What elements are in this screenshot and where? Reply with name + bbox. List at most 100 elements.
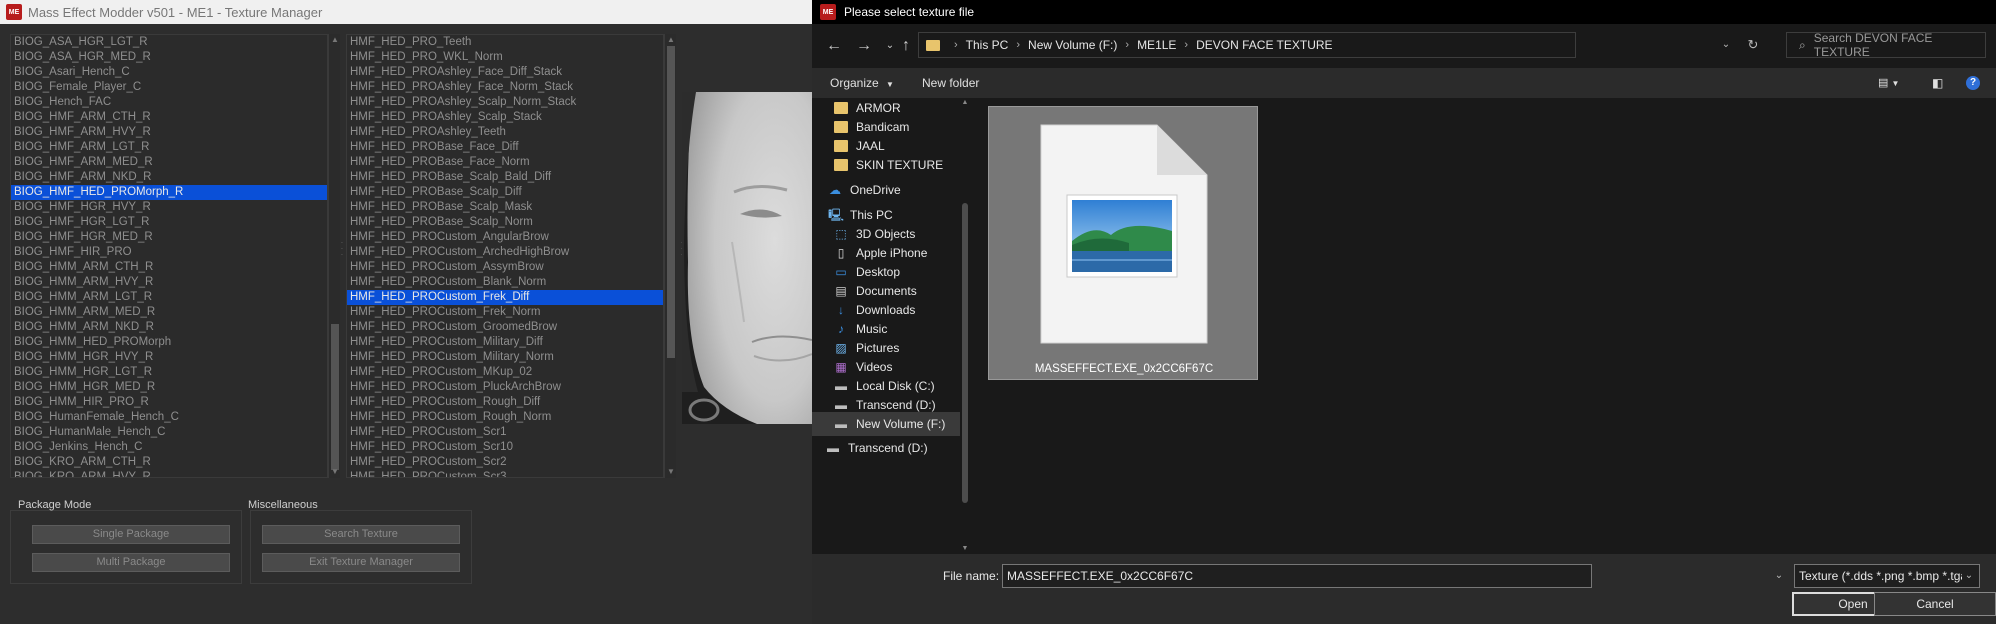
texture-list-row[interactable]: HMF_HED_PROCustom_Scr10 bbox=[347, 440, 663, 455]
scroll-up-arrow-icon[interactable]: ▲ bbox=[329, 34, 341, 46]
texture-list-row[interactable]: HMF_HED_PROCustom_Scr2 bbox=[347, 455, 663, 470]
breadcrumb-me1le[interactable]: ME1LE bbox=[1137, 38, 1176, 52]
texture-list-row[interactable]: HMF_HED_PROBase_Scalp_Mask bbox=[347, 200, 663, 215]
package-list-row[interactable]: BIOG_HumanMale_Hench_C bbox=[11, 425, 327, 440]
package-list-row[interactable]: BIOG_ASA_HGR_LGT_R bbox=[11, 35, 327, 50]
texture-list-row[interactable]: HMF_HED_PRO_Teeth bbox=[347, 35, 663, 50]
scroll-thumb[interactable] bbox=[962, 203, 968, 503]
texture-list-row[interactable]: HMF_HED_PROAshley_Scalp_Stack bbox=[347, 110, 663, 125]
exit-texture-manager-button[interactable]: Exit Texture Manager bbox=[262, 553, 460, 572]
package-list-scrollbar[interactable]: ▲ ▼ bbox=[328, 34, 340, 478]
texture-list-row[interactable]: HMF_HED_PROBase_Scalp_Bald_Diff bbox=[347, 170, 663, 185]
package-list-row[interactable]: BIOG_KRO_ARM_HVY_R bbox=[11, 470, 327, 477]
package-list-row[interactable]: BIOG_HMM_ARM_LGT_R bbox=[11, 290, 327, 305]
package-list-row[interactable]: BIOG_HMF_HED_PROMorph_R bbox=[11, 185, 327, 200]
breadcrumb-this-pc[interactable]: This PC bbox=[966, 38, 1009, 52]
forward-arrow-icon[interactable]: → bbox=[854, 36, 874, 56]
breadcrumb-chevron-icon[interactable]: › bbox=[954, 39, 958, 51]
texture-list-row[interactable]: HMF_HED_PROCustom_Scr3 bbox=[347, 470, 663, 477]
package-list-row[interactable]: BIOG_Jenkins_Hench_C bbox=[11, 440, 327, 455]
address-bar[interactable]: › This PC › New Volume (F:) › ME1LE › DE… bbox=[918, 32, 1576, 58]
package-list-row[interactable]: BIOG_HMF_HGR_LGT_R bbox=[11, 215, 327, 230]
texture-list-row[interactable]: HMF_HED_PROCustom_GroomedBrow bbox=[347, 320, 663, 335]
package-list-row[interactable]: BIOG_HMF_HGR_MED_R bbox=[11, 230, 327, 245]
refresh-icon[interactable]: ↻ bbox=[1744, 36, 1762, 54]
file-item[interactable]: MASSEFFECT.EXE_0x2CC6F67C bbox=[988, 106, 1258, 380]
texture-list-row[interactable]: HMF_HED_PROBase_Scalp_Norm bbox=[347, 215, 663, 230]
scroll-down-arrow-icon[interactable]: ▼ bbox=[960, 544, 970, 554]
file-name-input[interactable]: MASSEFFECT.EXE_0x2CC6F67C bbox=[1002, 564, 1592, 588]
package-list-row[interactable]: BIOG_HMF_HGR_HVY_R bbox=[11, 200, 327, 215]
texture-list-row[interactable]: HMF_HED_PROCustom_Military_Diff bbox=[347, 335, 663, 350]
texture-list-row[interactable]: HMF_HED_PROCustom_Military_Norm bbox=[347, 350, 663, 365]
help-icon[interactable]: ? bbox=[1966, 76, 1980, 90]
package-list-row[interactable]: BIOG_HMM_ARM_HVY_R bbox=[11, 275, 327, 290]
file-type-select[interactable]: Texture (*.dds *.png *.bmp *.tga ⌄ bbox=[1794, 564, 1980, 588]
texture-list-scrollbar[interactable]: ▲ ▼ bbox=[664, 34, 676, 478]
breadcrumb-chevron-icon[interactable]: › bbox=[1184, 39, 1188, 51]
package-list-row[interactable]: BIOG_HMF_ARM_LGT_R bbox=[11, 140, 327, 155]
file-name-dropdown-chevron-icon[interactable]: ⌄ bbox=[1770, 564, 1788, 588]
preview-pane-icon[interactable]: ◧ bbox=[1932, 68, 1943, 98]
texture-list-row[interactable]: HMF_HED_PROCustom_Scr1 bbox=[347, 425, 663, 440]
package-list-row[interactable]: BIOG_Female_Player_C bbox=[11, 80, 327, 95]
scroll-thumb[interactable] bbox=[331, 324, 339, 470]
scroll-down-arrow-icon[interactable]: ▼ bbox=[329, 466, 341, 478]
texture-list-row[interactable]: HMF_HED_PROCustom_Frek_Norm bbox=[347, 305, 663, 320]
back-arrow-icon[interactable]: ← bbox=[824, 36, 844, 56]
address-dropdown-chevron-icon[interactable]: ⌄ bbox=[1714, 32, 1738, 58]
texture-list-row[interactable]: HMF_HED_PROCustom_Blank_Norm bbox=[347, 275, 663, 290]
package-list-row[interactable]: BIOG_Asari_Hench_C bbox=[11, 65, 327, 80]
texture-list-row[interactable]: HMF_HED_PROCustom_PluckArchBrow bbox=[347, 380, 663, 395]
breadcrumb-devon-face-texture[interactable]: DEVON FACE TEXTURE bbox=[1196, 38, 1332, 52]
nav-item[interactable]: ▬ New Volume (F:) bbox=[812, 412, 962, 436]
splitter-handle[interactable]: ··· bbox=[340, 239, 344, 270]
package-list-row[interactable]: BIOG_HMM_HIR_PRO_R bbox=[11, 395, 327, 410]
texture-list-row[interactable]: HMF_HED_PRO_WKL_Norm bbox=[347, 50, 663, 65]
package-list-row[interactable]: BIOG_KRO_ARM_CTH_R bbox=[11, 455, 327, 470]
package-list-row[interactable]: BIOG_HMM_ARM_NKD_R bbox=[11, 320, 327, 335]
nav-item[interactable]: ☁ OneDrive bbox=[812, 178, 962, 202]
texture-list-row[interactable]: HMF_HED_PROBase_Scalp_Diff bbox=[347, 185, 663, 200]
texture-list-row[interactable]: HMF_HED_PROCustom_ArchedHighBrow bbox=[347, 245, 663, 260]
package-list-row[interactable]: BIOG_Hench_FAC bbox=[11, 95, 327, 110]
search-texture-button[interactable]: Search Texture bbox=[262, 525, 460, 544]
up-arrow-icon[interactable]: ↑ bbox=[896, 36, 916, 56]
package-list-row[interactable]: BIOG_HMM_HGR_HVY_R bbox=[11, 350, 327, 365]
search-box[interactable]: ⌕ Search DEVON FACE TEXTURE bbox=[1786, 31, 1986, 59]
nav-item[interactable]: SKIN TEXTURE bbox=[812, 153, 962, 177]
organize-button[interactable]: Organize ▼ bbox=[830, 68, 894, 98]
package-list-row[interactable]: BIOG_HMM_HGR_LGT_R bbox=[11, 365, 327, 380]
cancel-button[interactable]: Cancel bbox=[1874, 592, 1996, 616]
breadcrumb-new-volume[interactable]: New Volume (F:) bbox=[1028, 38, 1117, 52]
package-list-row[interactable]: BIOG_HMM_HGR_MED_R bbox=[11, 380, 327, 395]
package-list-row[interactable]: BIOG_HMM_ARM_MED_R bbox=[11, 305, 327, 320]
scroll-thumb[interactable] bbox=[667, 46, 675, 358]
package-list[interactable]: BIOG_ASA_HGR_LGT_R BIOG_ASA_HGR_MED_R BIOG… bbox=[10, 34, 328, 478]
breadcrumb-chevron-icon[interactable]: › bbox=[1016, 39, 1020, 51]
texture-list[interactable]: HMF_HED_PRO_Teeth HMF_HED_PRO_WKL_Norm HMF… bbox=[346, 34, 664, 478]
package-list-row[interactable]: BIOG_HMM_HED_PROMorph bbox=[11, 335, 327, 350]
package-list-row[interactable]: BIOG_HMF_ARM_MED_R bbox=[11, 155, 327, 170]
navigation-scrollbar[interactable]: ▲ ▼ bbox=[960, 98, 970, 554]
package-list-row[interactable]: BIOG_HumanFemale_Hench_C bbox=[11, 410, 327, 425]
texture-list-row[interactable]: HMF_HED_PROBase_Face_Diff bbox=[347, 140, 663, 155]
scroll-down-arrow-icon[interactable]: ▼ bbox=[665, 466, 677, 478]
texture-list-row[interactable]: HMF_HED_PROCustom_Rough_Norm bbox=[347, 410, 663, 425]
texture-list-row[interactable]: HMF_HED_PROCustom_Rough_Diff bbox=[347, 395, 663, 410]
texture-list-row[interactable]: HMF_HED_PROAshley_Face_Norm_Stack bbox=[347, 80, 663, 95]
texture-list-row[interactable]: HMF_HED_PROAshley_Scalp_Norm_Stack bbox=[347, 95, 663, 110]
texture-list-row[interactable]: HMF_HED_PROAshley_Face_Diff_Stack bbox=[347, 65, 663, 80]
scroll-up-arrow-icon[interactable]: ▲ bbox=[960, 98, 970, 108]
single-package-button[interactable]: Single Package bbox=[32, 525, 230, 544]
texture-list-row[interactable]: HMF_HED_PROCustom_AssymBrow bbox=[347, 260, 663, 275]
scroll-up-arrow-icon[interactable]: ▲ bbox=[665, 34, 677, 46]
texture-list-row[interactable]: HMF_HED_PROAshley_Teeth bbox=[347, 125, 663, 140]
texture-list-row[interactable]: HMF_HED_PROCustom_MKup_02 bbox=[347, 365, 663, 380]
texture-list-row[interactable]: HMF_HED_PROCustom_Frek_Diff bbox=[347, 290, 663, 305]
nav-item[interactable]: ▬ Transcend (D:) bbox=[812, 436, 962, 460]
multi-package-button[interactable]: Multi Package bbox=[32, 553, 230, 572]
package-list-row[interactable]: BIOG_ASA_HGR_MED_R bbox=[11, 50, 327, 65]
view-options-icon[interactable]: ▤ ▼ bbox=[1878, 68, 1899, 98]
package-list-row[interactable]: BIOG_HMF_ARM_HVY_R bbox=[11, 125, 327, 140]
